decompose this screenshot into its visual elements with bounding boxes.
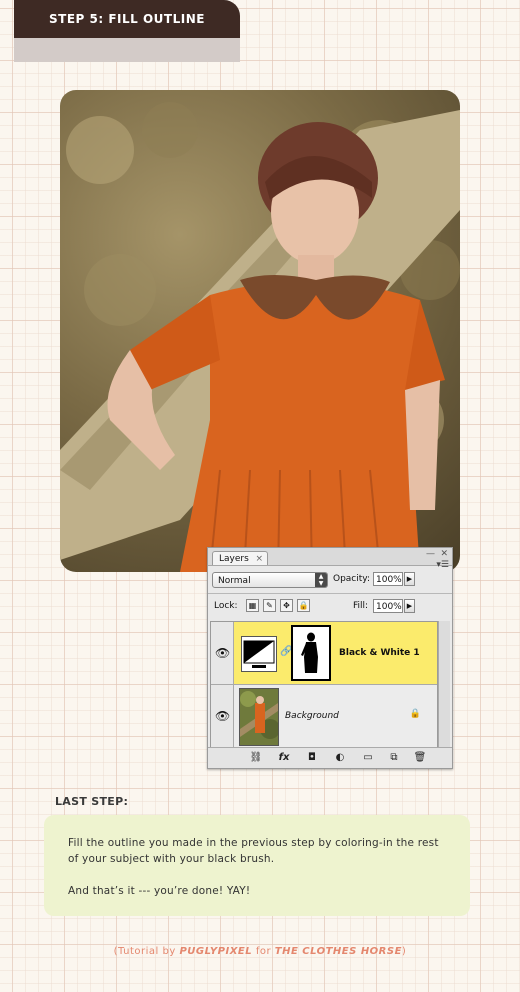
fx-icon[interactable]: fx <box>274 751 294 765</box>
fill-arrow-icon[interactable]: ▶ <box>404 599 415 613</box>
layers-panel: Layers × — ✕ ▾☰ Normal ▲ ▼ Opacity: 100% … <box>207 547 453 769</box>
tutorial-photo <box>60 90 460 572</box>
tab-close-icon[interactable]: × <box>255 552 263 566</box>
instruction-text: Fill the outline you made in the previou… <box>68 837 439 865</box>
opacity-field[interactable]: 100% <box>373 572 403 586</box>
step-tab: STEP 5: FILL OUTLINE <box>14 0 240 38</box>
visibility-toggle[interactable]: 👁 <box>211 622 234 684</box>
credit-prefix: (Tutorial by <box>113 946 180 957</box>
select-arrows-icon: ▲ ▼ <box>315 573 327 587</box>
lock-pixels-icon[interactable]: ✎ <box>263 599 276 612</box>
blend-opacity-row: Normal ▲ ▼ Opacity: 100% ▶ <box>212 572 448 590</box>
lock-transparency-icon[interactable]: ▦ <box>246 599 259 612</box>
adjustment-icon[interactable]: ◐ <box>330 751 350 765</box>
credit-suffix: ) <box>401 946 407 957</box>
new-layer-icon[interactable]: ⧉ <box>384 751 404 765</box>
credit-line: (Tutorial by PUGLYPIXEL for THE CLOTHES … <box>0 946 520 957</box>
step-title: STEP 5: FILL OUTLINE <box>49 12 205 26</box>
lock-label: Lock: <box>214 601 238 611</box>
layer-row-black-white[interactable]: 👁 🔗 Black & White 1 <box>211 622 437 685</box>
photo-illustration <box>60 102 460 572</box>
layers-panel-header: Layers × — ✕ ▾☰ <box>208 548 452 570</box>
eye-icon[interactable]: 👁 <box>215 646 230 660</box>
blend-mode-select[interactable]: Normal ▲ ▼ <box>212 572 328 588</box>
background-thumbnail[interactable] <box>239 688 279 746</box>
folder-icon[interactable]: ▭ <box>358 751 378 765</box>
lock-fill-row: Lock: ▦ ✎ ✥ 🔒 Fill: 100% ▶ <box>212 598 448 616</box>
link-icon[interactable]: ⛓ <box>246 751 266 765</box>
lock-icon: 🔒 <box>409 709 421 719</box>
opacity-arrow-icon[interactable]: ▶ <box>404 572 415 586</box>
blend-mode-value: Normal <box>218 576 251 586</box>
minimize-icon[interactable]: — <box>426 549 435 559</box>
credit-middle: for <box>252 946 275 957</box>
layer-list: 👁 🔗 Black & White 1 👁 Background 🔒 <box>210 621 438 747</box>
layer-name[interactable]: Black & White 1 <box>339 648 420 658</box>
mask-icon[interactable]: ◘ <box>302 751 322 765</box>
scrollbar[interactable] <box>438 621 450 747</box>
step-tab-band <box>14 38 240 62</box>
layer-row-background[interactable]: 👁 Background 🔒 <box>211 685 437 747</box>
completion-text: And that’s it --- you’re done! YAY! <box>68 885 251 897</box>
trash-icon[interactable]: 🗑 <box>410 751 430 765</box>
lock-all-icon[interactable]: 🔒 <box>297 599 310 612</box>
visibility-toggle[interactable]: 👁 <box>211 685 234 747</box>
panel-menu-icon[interactable]: ▾☰ <box>436 560 449 570</box>
close-icon[interactable]: ✕ <box>440 549 448 559</box>
eye-icon[interactable]: 👁 <box>215 709 230 723</box>
layer-mask-thumbnail[interactable] <box>291 625 331 681</box>
divider <box>208 593 452 594</box>
adjustment-thumbnail-icon[interactable] <box>241 636 277 672</box>
last-step-title: LAST STEP: <box>55 795 129 808</box>
fill-label: Fill: <box>353 601 369 611</box>
layers-panel-footer: ⛓ fx ◘ ◐ ▭ ⧉ 🗑 <box>208 747 452 768</box>
opacity-label: Opacity: <box>333 574 370 584</box>
tab-layers[interactable]: Layers × <box>212 551 268 565</box>
layer-name[interactable]: Background <box>285 711 339 721</box>
credit-site-link[interactable]: THE CLOTHES HORSE <box>275 946 402 957</box>
lock-position-icon[interactable]: ✥ <box>280 599 293 612</box>
tab-layers-label: Layers <box>219 554 249 564</box>
credit-author-link[interactable]: PUGLYPIXEL <box>179 946 252 957</box>
fill-field[interactable]: 100% <box>373 599 403 613</box>
instruction-box: Fill the outline you made in the previou… <box>44 815 470 916</box>
